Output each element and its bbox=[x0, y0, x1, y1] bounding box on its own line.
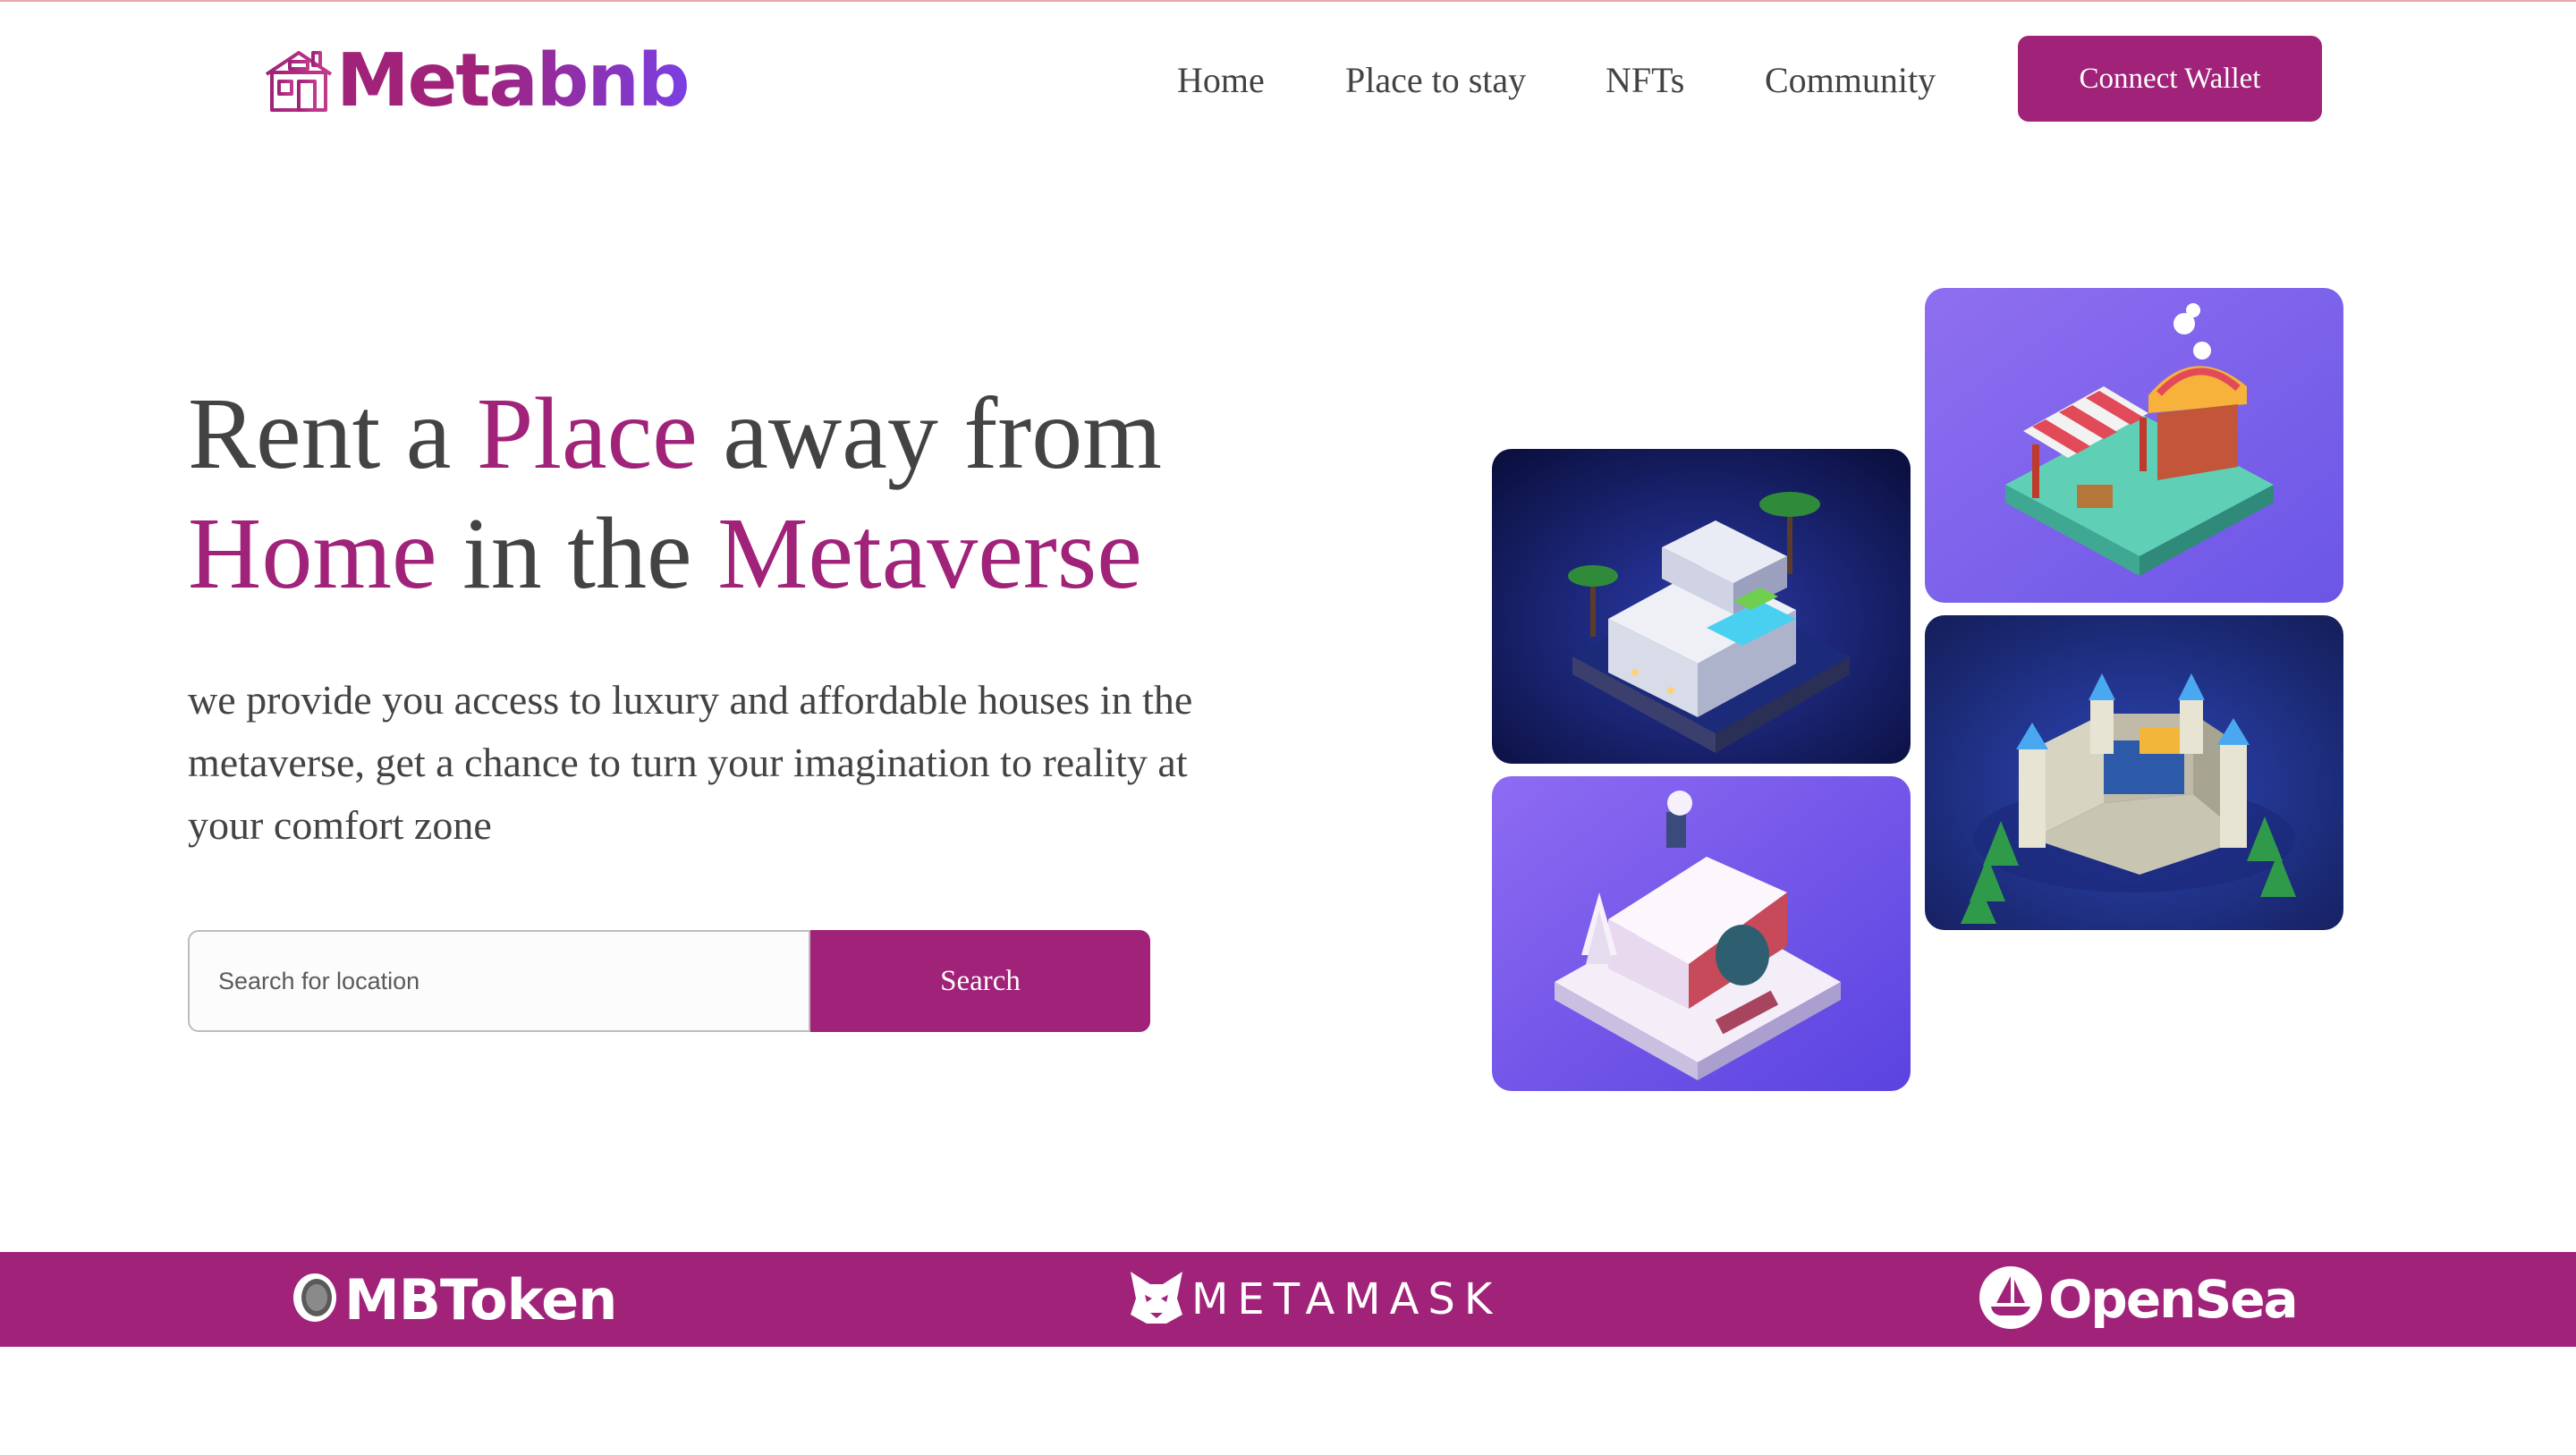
search-location-input[interactable] bbox=[188, 930, 810, 1032]
connect-wallet-button[interactable]: Connect Wallet bbox=[2018, 36, 2322, 122]
snow-cottage-image bbox=[1492, 776, 1911, 1091]
hero-title-highlight-place: Place bbox=[476, 376, 698, 490]
hero-title-part: away from bbox=[697, 376, 1162, 490]
partner-metamask-label: METAMASK bbox=[1191, 1274, 1502, 1324]
hero-title-highlight-home: Home bbox=[188, 496, 437, 610]
cottage-icon bbox=[1492, 776, 1911, 1091]
partner-bar: MBToken METAMASK OpenSea bbox=[0, 1252, 2576, 1347]
sailboat-icon bbox=[1979, 1265, 2043, 1334]
nav-home[interactable]: Home bbox=[1177, 54, 1265, 107]
market-stall-image bbox=[1925, 288, 2343, 603]
hero-title-highlight-metaverse: Metaverse bbox=[717, 496, 1142, 610]
partner-metamask[interactable]: METAMASK bbox=[1127, 1252, 1501, 1347]
nav-community[interactable]: Community bbox=[1765, 54, 1936, 107]
partner-mbtoken[interactable]: MBToken bbox=[291, 1252, 617, 1347]
partner-opensea[interactable]: OpenSea bbox=[1979, 1252, 2299, 1347]
nav-nfts[interactable]: NFTs bbox=[1606, 54, 1684, 107]
brand-logo[interactable]: Metabnb bbox=[263, 38, 691, 123]
top-border bbox=[0, 0, 2576, 2]
market-icon bbox=[1925, 288, 2343, 603]
partner-opensea-label: OpenSea bbox=[2048, 1269, 2299, 1330]
hero-title-part: Rent a bbox=[188, 376, 477, 490]
partner-mbtoken-label: MBToken bbox=[344, 1266, 617, 1332]
hero-title-part: in the bbox=[436, 496, 718, 610]
mbtoken-icon bbox=[291, 1271, 339, 1329]
castle-icon bbox=[1925, 615, 2343, 930]
search-bar: Search bbox=[188, 930, 1150, 1032]
castle-image bbox=[1925, 615, 2343, 930]
house-icon bbox=[263, 46, 335, 117]
fox-icon bbox=[1127, 1268, 1186, 1332]
nav-place-to-stay[interactable]: Place to stay bbox=[1345, 54, 1526, 107]
brand-name: Metabnb bbox=[336, 38, 691, 123]
hero-title: Rent a Place away from Home in the Metave… bbox=[188, 374, 1351, 613]
search-button[interactable]: Search bbox=[810, 930, 1150, 1032]
hero-subtitle: we provide you access to luxury and affo… bbox=[188, 677, 1193, 848]
modern-villa-image bbox=[1492, 449, 1911, 764]
villa-icon bbox=[1492, 449, 1911, 764]
